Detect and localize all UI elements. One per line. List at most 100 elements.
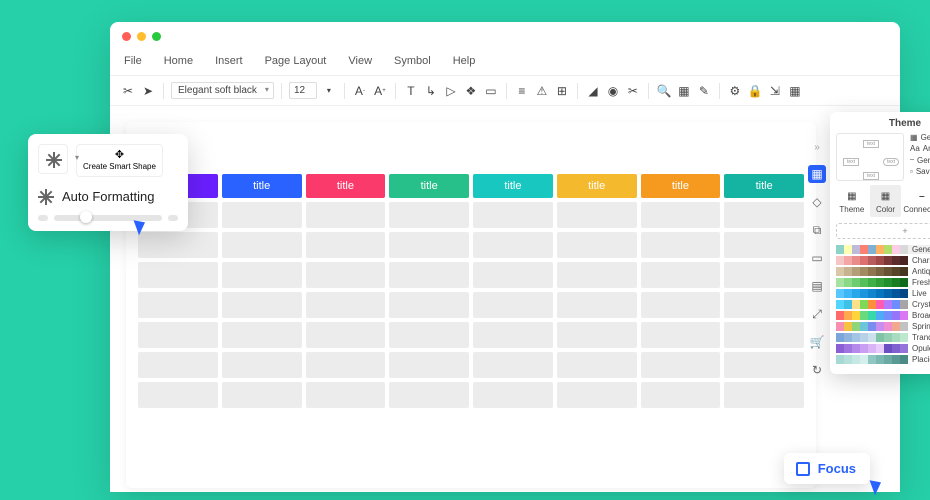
palette-general[interactable]: General bbox=[836, 245, 930, 254]
menu-view[interactable]: View bbox=[348, 55, 372, 67]
theme-tab-connector[interactable]: ⎯Connector bbox=[903, 185, 930, 217]
grid-cell[interactable] bbox=[641, 292, 721, 318]
grid-cell[interactable] bbox=[138, 352, 218, 378]
grid-cell[interactable] bbox=[557, 292, 637, 318]
grid-cell[interactable] bbox=[724, 292, 804, 318]
grid-cell[interactable] bbox=[222, 232, 302, 258]
grid-cell[interactable] bbox=[473, 232, 553, 258]
grid-cell[interactable] bbox=[222, 262, 302, 288]
layers-icon[interactable]: ❖ bbox=[463, 83, 479, 99]
menu-insert[interactable]: Insert bbox=[215, 55, 243, 67]
menu-page-layout[interactable]: Page Layout bbox=[265, 55, 327, 67]
grid-cell[interactable] bbox=[389, 202, 469, 228]
size-dropdown-icon[interactable]: ▾ bbox=[321, 83, 337, 99]
crop-icon[interactable]: ✂ bbox=[625, 83, 641, 99]
grid-cell[interactable] bbox=[389, 292, 469, 318]
grid-cell[interactable] bbox=[641, 322, 721, 348]
camera-icon[interactable]: ◉ bbox=[605, 83, 621, 99]
pointer-icon[interactable]: ▷ bbox=[443, 83, 459, 99]
grid-cell[interactable] bbox=[641, 352, 721, 378]
rail-layers-icon[interactable]: ⧉ bbox=[808, 221, 826, 239]
collapse-rail-icon[interactable]: » bbox=[814, 142, 820, 153]
auto-format-icon-button[interactable]: ▾ bbox=[38, 144, 68, 174]
warning-icon[interactable]: ⚠ bbox=[534, 83, 550, 99]
menu-symbol[interactable]: Symbol bbox=[394, 55, 431, 67]
maximize-window[interactable] bbox=[152, 32, 161, 41]
shape-icon[interactable]: ▭ bbox=[483, 83, 499, 99]
grid-cell[interactable] bbox=[222, 352, 302, 378]
grid-cell[interactable] bbox=[557, 352, 637, 378]
grid-cell[interactable] bbox=[473, 322, 553, 348]
ruler-icon[interactable]: ⊞ bbox=[554, 83, 570, 99]
grid-cell[interactable] bbox=[641, 232, 721, 258]
rail-shapes-icon[interactable]: ◇ bbox=[808, 193, 826, 211]
palette-crystal[interactable]: Crystal bbox=[836, 300, 930, 309]
grid-cell[interactable] bbox=[306, 232, 386, 258]
theme-font-option[interactable]: AaArial bbox=[910, 144, 930, 153]
grid-cell[interactable] bbox=[724, 202, 804, 228]
grid-cell[interactable] bbox=[641, 262, 721, 288]
column-header[interactable]: title bbox=[306, 174, 386, 198]
theme-connector-option[interactable]: ⎯General 1 bbox=[910, 155, 930, 165]
palette-live[interactable]: Live bbox=[836, 289, 930, 298]
cut-icon[interactable]: ✂ bbox=[120, 83, 136, 99]
grid-cell[interactable] bbox=[557, 262, 637, 288]
canvas[interactable]: titletitletitletitletitletitletitletitle bbox=[126, 122, 816, 488]
grid-cell[interactable] bbox=[138, 232, 218, 258]
theme-tab-color[interactable]: ▦Color bbox=[870, 185, 902, 217]
auto-format-slider[interactable] bbox=[38, 215, 178, 221]
rail-refresh-icon[interactable]: ↻ bbox=[808, 361, 826, 379]
theme-general-option[interactable]: ▦General bbox=[910, 133, 930, 142]
close-window[interactable] bbox=[122, 32, 131, 41]
grid-cell[interactable] bbox=[473, 262, 553, 288]
column-header[interactable]: title bbox=[724, 174, 804, 198]
settings-icon[interactable]: ⚙ bbox=[727, 83, 743, 99]
grid-cell[interactable] bbox=[473, 382, 553, 408]
grid-cell[interactable] bbox=[724, 232, 804, 258]
grid-cell[interactable] bbox=[724, 352, 804, 378]
grid-cell[interactable] bbox=[138, 322, 218, 348]
font-decrease-icon[interactable]: A- bbox=[352, 83, 368, 99]
palette-fresh[interactable]: Fresh bbox=[836, 278, 930, 287]
menu-home[interactable]: Home bbox=[164, 55, 193, 67]
grid-cell[interactable] bbox=[724, 262, 804, 288]
align-icon[interactable]: ≡ bbox=[514, 83, 530, 99]
text-tool-icon[interactable]: T bbox=[403, 83, 419, 99]
theme-save-option[interactable]: ▫Save The… bbox=[910, 167, 930, 176]
column-header[interactable]: title bbox=[473, 174, 553, 198]
grid-cell[interactable] bbox=[222, 322, 302, 348]
theme-tab-theme[interactable]: ▦Theme bbox=[836, 185, 868, 217]
grid-cell[interactable] bbox=[138, 262, 218, 288]
grid-cell[interactable] bbox=[389, 322, 469, 348]
grid-icon[interactable]: ▦ bbox=[676, 83, 692, 99]
grid-cell[interactable] bbox=[389, 382, 469, 408]
grid-cell[interactable] bbox=[306, 322, 386, 348]
column-header[interactable]: title bbox=[222, 174, 302, 198]
grid-cell[interactable] bbox=[306, 262, 386, 288]
connector-icon[interactable]: ↳ bbox=[423, 83, 439, 99]
palette-charm[interactable]: Charm bbox=[836, 256, 930, 265]
grid-cell[interactable] bbox=[473, 352, 553, 378]
search-icon[interactable]: 🔍 bbox=[656, 83, 672, 99]
more-icon[interactable]: ▦ bbox=[787, 83, 803, 99]
palette-sprinkle[interactable]: Sprinkle bbox=[836, 322, 930, 331]
menu-help[interactable]: Help bbox=[453, 55, 476, 67]
fill-icon[interactable]: ◢ bbox=[585, 83, 601, 99]
grid-cell[interactable] bbox=[222, 202, 302, 228]
grid-cell[interactable] bbox=[222, 292, 302, 318]
theme-preview[interactable]: text text text text bbox=[836, 133, 904, 181]
column-header[interactable]: title bbox=[557, 174, 637, 198]
grid-cell[interactable] bbox=[389, 262, 469, 288]
grid-cell[interactable] bbox=[222, 382, 302, 408]
column-header[interactable]: title bbox=[389, 174, 469, 198]
grid-cell[interactable] bbox=[138, 382, 218, 408]
grid-cell[interactable] bbox=[306, 292, 386, 318]
font-increase-icon[interactable]: A+ bbox=[372, 83, 388, 99]
palette-placid[interactable]: Placid bbox=[836, 355, 930, 364]
lock-icon[interactable]: 🔒 bbox=[747, 83, 763, 99]
slider-thumb[interactable] bbox=[80, 211, 92, 223]
grid-cell[interactable] bbox=[473, 292, 553, 318]
rail-theme-icon[interactable]: ▦ bbox=[808, 165, 826, 183]
menu-file[interactable]: File bbox=[124, 55, 142, 67]
font-select[interactable]: Elegant soft black bbox=[171, 82, 274, 99]
